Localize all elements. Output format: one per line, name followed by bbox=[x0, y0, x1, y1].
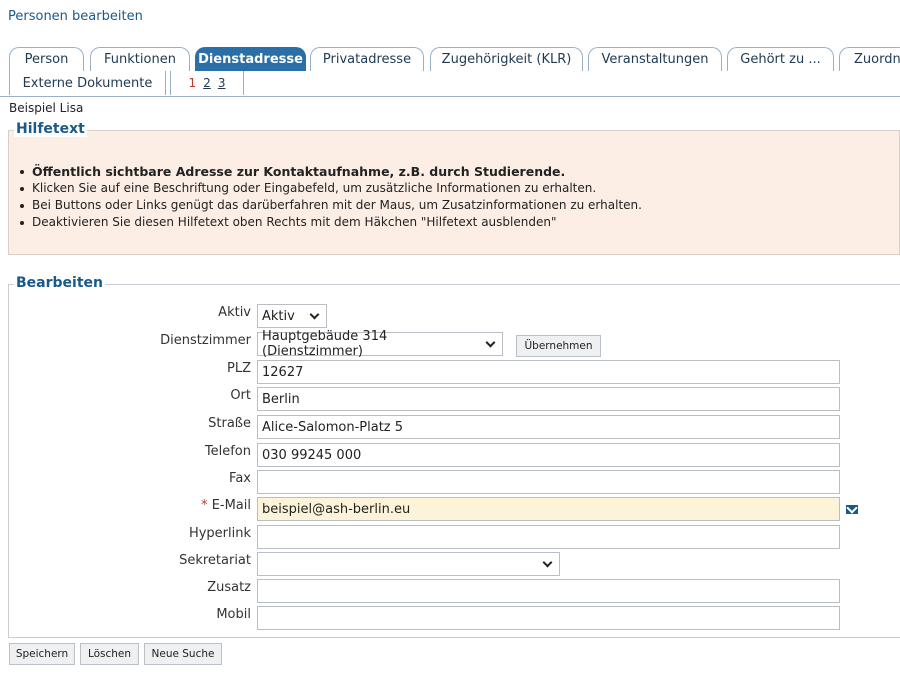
fax-field[interactable] bbox=[257, 470, 840, 494]
tab-zuordnung[interactable]: Zuordn bbox=[839, 47, 900, 71]
help-item: Deaktivieren Sie diesen Hilfetext oben R… bbox=[20, 214, 642, 231]
tab-zugehoerigkeit[interactable]: Zugehörigkeit (KLR) bbox=[430, 47, 583, 71]
tab-person[interactable]: Person bbox=[9, 47, 84, 71]
strasse-label[interactable]: Straße bbox=[208, 416, 251, 431]
aktiv-label[interactable]: Aktiv bbox=[218, 305, 251, 320]
ort-field[interactable] bbox=[257, 387, 840, 411]
help-item: Bei Buttons oder Links genügt das darübe… bbox=[20, 198, 642, 212]
new-search-button[interactable]: Neue Suche bbox=[144, 643, 222, 665]
tab-veranstaltungen[interactable]: Veranstaltungen bbox=[588, 47, 722, 71]
dienstzimmer-label[interactable]: Dienstzimmer bbox=[160, 333, 251, 348]
strasse-field[interactable] bbox=[257, 415, 840, 439]
tab-dienstadresse[interactable]: Dienstadresse bbox=[195, 47, 306, 71]
zusatz-field[interactable] bbox=[257, 579, 840, 603]
dienstzimmer-select[interactable]: Hauptgebäude 314 (Dienstzimmer) bbox=[257, 329, 503, 359]
plz-label[interactable]: PLZ bbox=[227, 361, 251, 376]
pager-page-3[interactable]: 3 bbox=[218, 76, 226, 90]
edit-legend: Bearbeiten bbox=[14, 275, 105, 291]
person-name: Beispiel Lisa bbox=[9, 101, 84, 115]
chevron-down-icon bbox=[542, 557, 553, 567]
sekretariat-select[interactable] bbox=[257, 552, 560, 576]
aktiv-value: Aktiv bbox=[262, 308, 295, 324]
uebernehmen-button[interactable]: Übernehmen bbox=[516, 335, 601, 357]
tab-privatadresse[interactable]: Privatadresse bbox=[310, 47, 424, 71]
chevron-down-icon bbox=[309, 309, 320, 319]
tab-divider bbox=[0, 96, 900, 97]
aktiv-select[interactable]: Aktiv bbox=[257, 304, 327, 328]
delete-button[interactable]: Löschen bbox=[80, 643, 139, 665]
tab-externe-dokumente[interactable]: Externe Dokumente bbox=[9, 71, 166, 95]
hyperlink-label[interactable]: Hyperlink bbox=[189, 526, 251, 541]
email-label[interactable]: * E-Mail bbox=[201, 498, 251, 513]
telefon-field[interactable] bbox=[257, 443, 840, 467]
email-field[interactable] bbox=[257, 497, 840, 521]
telefon-label[interactable]: Telefon bbox=[205, 444, 251, 459]
help-item: Öffentlich sichtbare Adresse zur Kontakt… bbox=[20, 163, 642, 180]
required-marker: * bbox=[201, 498, 208, 513]
chevron-down-icon bbox=[485, 337, 496, 347]
help-legend: Hilfetext bbox=[14, 121, 87, 137]
zusatz-label[interactable]: Zusatz bbox=[207, 580, 251, 595]
email-label-text: E-Mail bbox=[211, 498, 251, 513]
save-button[interactable]: Speichern bbox=[9, 643, 75, 665]
plz-field[interactable] bbox=[257, 360, 840, 384]
tab-funktionen[interactable]: Funktionen bbox=[90, 47, 190, 71]
ort-label[interactable]: Ort bbox=[230, 388, 251, 403]
page-title: Personen bearbeiten bbox=[8, 9, 143, 24]
pager-current: 1 bbox=[188, 76, 197, 90]
mobil-label[interactable]: Mobil bbox=[216, 607, 251, 622]
hyperlink-field[interactable] bbox=[257, 525, 840, 549]
help-list: Öffentlich sichtbare Adresse zur Kontakt… bbox=[20, 163, 642, 231]
envelope-icon[interactable] bbox=[846, 505, 858, 514]
dienstzimmer-value: Hauptgebäude 314 (Dienstzimmer) bbox=[262, 329, 388, 359]
tab-gehoert-zu[interactable]: Gehört zu ... bbox=[727, 47, 834, 71]
tab-pager: 1 2 3 bbox=[170, 71, 244, 95]
sekretariat-label[interactable]: Sekretariat bbox=[179, 553, 251, 568]
help-item: Klicken Sie auf eine Beschriftung oder E… bbox=[20, 180, 642, 197]
pager-page-2[interactable]: 2 bbox=[203, 76, 211, 90]
mobil-field[interactable] bbox=[257, 606, 840, 630]
fax-label[interactable]: Fax bbox=[229, 471, 251, 486]
